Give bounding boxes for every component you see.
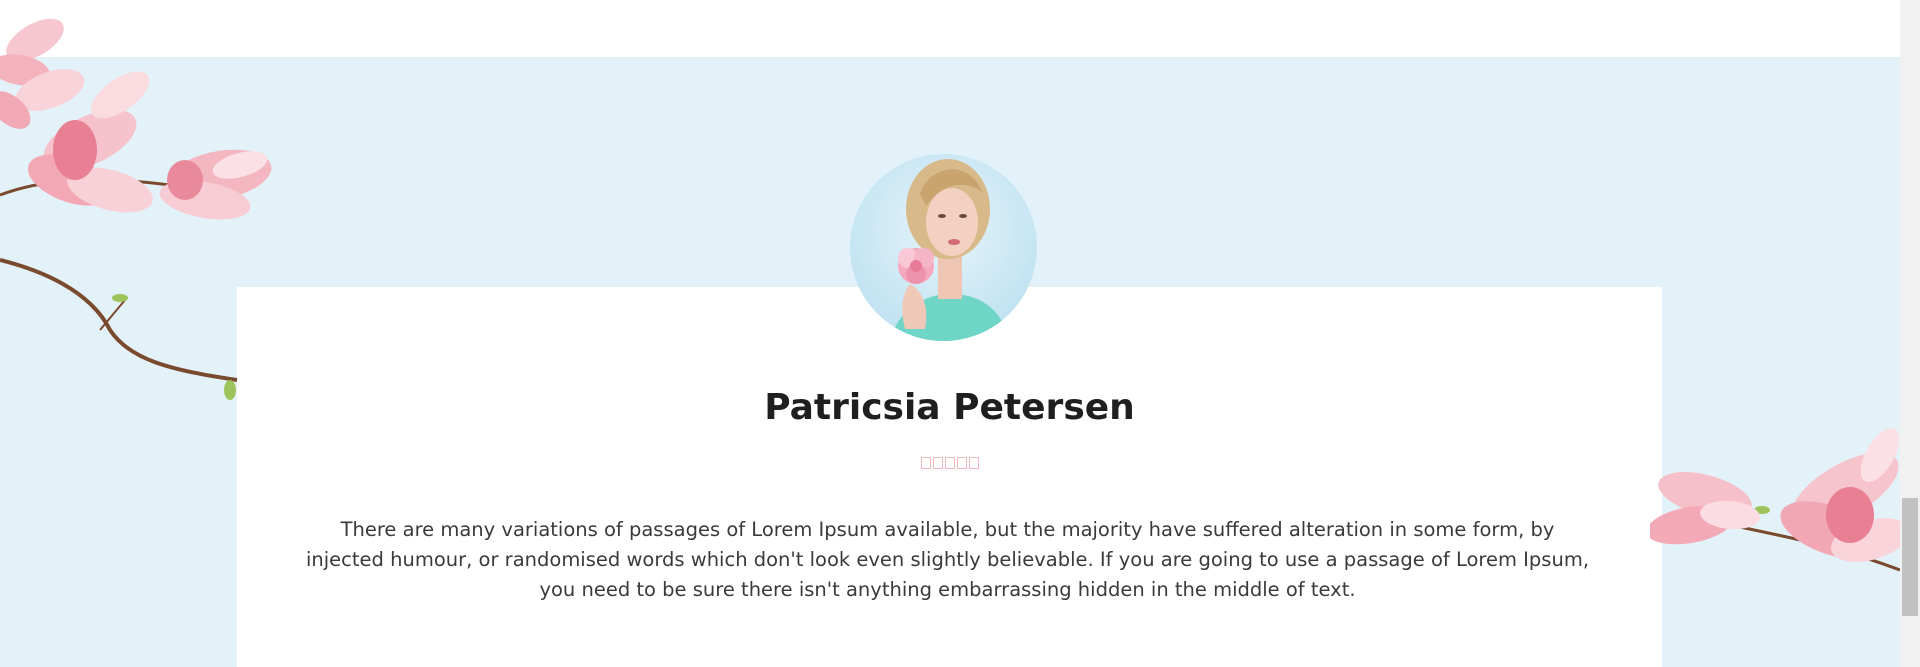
testimonial-quote: There are many variations of passages of… bbox=[305, 518, 1590, 601]
star-rating bbox=[237, 457, 1662, 469]
page: Patricsia Petersen There are many variat… bbox=[0, 0, 1920, 667]
star-outline-icon bbox=[920, 457, 931, 469]
star-outline-icon bbox=[932, 457, 943, 469]
testimonial-card bbox=[237, 287, 1662, 667]
reviewer-avatar bbox=[850, 154, 1037, 341]
star-outline-icon bbox=[956, 457, 967, 469]
star-outline-icon bbox=[968, 457, 979, 469]
reviewer-name: Patricsia Petersen bbox=[764, 387, 1135, 428]
star-outline-icon bbox=[944, 457, 955, 469]
magnolia-branch-right bbox=[1650, 428, 1900, 572]
magnolia-branch-left bbox=[0, 18, 272, 400]
scrollbar-thumb[interactable] bbox=[1902, 498, 1918, 616]
